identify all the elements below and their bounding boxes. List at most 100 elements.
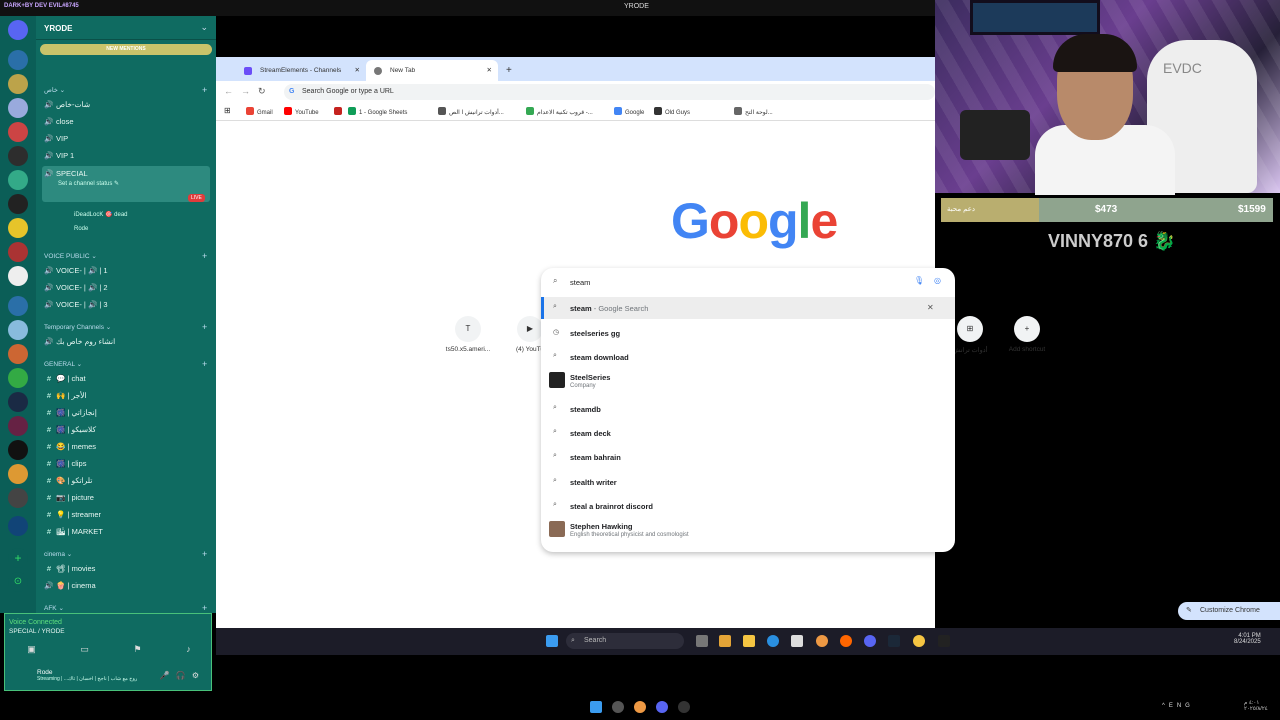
- channel-item[interactable]: # 🎆 | كلاسيكو: [42, 422, 210, 437]
- back-icon[interactable]: ←: [224, 86, 241, 96]
- start-icon[interactable]: [590, 701, 602, 713]
- discord-home-icon[interactable]: [8, 20, 28, 40]
- chrome-taskbar-icon[interactable]: [634, 701, 646, 713]
- new-mentions-button[interactable]: NEW MENTIONS: [40, 44, 212, 55]
- server-icon[interactable]: [8, 218, 28, 238]
- system-tray[interactable]: ^ENG: [1162, 703, 1194, 709]
- taskbar-clock[interactable]: 4:01 PM 8/24/2025: [1234, 633, 1261, 645]
- voice-search-icon[interactable]: 🎙: [914, 276, 924, 285]
- server-icon[interactable]: [8, 392, 28, 412]
- gear-icon[interactable]: ⚙: [192, 671, 205, 680]
- suggestion-item[interactable]: SteelSeries Company: [541, 369, 955, 391]
- server-icon[interactable]: [8, 146, 28, 166]
- channel-category[interactable]: VOICE PUBLIC ⌄ +: [44, 251, 207, 261]
- server-icon[interactable]: [8, 98, 28, 118]
- suggestion-item[interactable]: ⌕ steam download: [541, 346, 955, 368]
- explore-servers-icon[interactable]: ⊙: [8, 572, 28, 592]
- add-channel-icon[interactable]: +: [202, 85, 207, 95]
- server-header[interactable]: YRODE ⌄: [36, 16, 216, 40]
- obs-icon[interactable]: [678, 701, 690, 713]
- server-icon[interactable]: [8, 194, 28, 214]
- add-channel-icon[interactable]: +: [202, 322, 207, 332]
- server-icon[interactable]: [8, 74, 28, 94]
- file-explorer-icon[interactable]: [743, 635, 755, 647]
- server-icon[interactable]: [8, 266, 28, 286]
- bookmark-item[interactable]: YouTube: [284, 107, 319, 116]
- suggestion-item[interactable]: ⌕ steamdb: [541, 398, 955, 420]
- discord-taskbar-icon[interactable]: [864, 635, 876, 647]
- channel-item[interactable]: # 💡 | streamer: [42, 507, 210, 522]
- bookmark-item[interactable]: Gmail: [246, 107, 273, 116]
- channel-item[interactable]: # 🎨 | تلراتكو: [42, 473, 210, 488]
- suggestion-item[interactable]: ⌕ steam - Google Search ✕: [541, 297, 955, 319]
- channel-category[interactable]: Temporary Channels ⌄ +: [44, 322, 207, 332]
- add-channel-icon[interactable]: +: [202, 549, 207, 559]
- channel-item[interactable]: # 🎆 | إنجازاتي: [42, 405, 210, 420]
- channel-item[interactable]: # 💬 | chat: [42, 371, 210, 386]
- suggestion-item[interactable]: Stephen Hawking English theoretical physi…: [541, 518, 955, 540]
- store-icon[interactable]: [791, 635, 803, 647]
- os-clock[interactable]: ٤:٠١ م ٢٠٢٥/٨/٢٤: [1244, 700, 1268, 712]
- add-server-icon[interactable]: +: [8, 548, 28, 568]
- search-box[interactable]: ⌕ steam 🎙 ◎: [541, 268, 955, 295]
- firefox-icon[interactable]: [840, 635, 852, 647]
- customize-chrome-button[interactable]: ✎ Customize Chrome: [1178, 602, 1280, 620]
- suggestion-item[interactable]: ⌕ steam deck: [541, 422, 955, 444]
- server-icon[interactable]: [8, 464, 28, 484]
- server-icon[interactable]: [8, 416, 28, 436]
- chevron-up-icon[interactable]: ^: [1162, 703, 1169, 709]
- close-icon[interactable]: ✕: [355, 60, 360, 81]
- mic-icon[interactable]: 🎤: [160, 671, 176, 680]
- server-icon[interactable]: [8, 122, 28, 142]
- steam-icon[interactable]: [888, 635, 900, 647]
- channel-item[interactable]: # 📽 | movies: [42, 561, 210, 576]
- user-panel[interactable]: Rode Streaming | ...روح مع شاب | ناجح | …: [9, 669, 159, 682]
- channel-item[interactable]: 🔊 close: [42, 114, 210, 129]
- channel-item[interactable]: # 😂 | memes: [42, 439, 210, 454]
- activity-icon[interactable]: ⚑: [134, 644, 142, 655]
- app-icon[interactable]: [913, 635, 925, 647]
- bookmark-item[interactable]: 1 - Google Sheets: [348, 107, 407, 116]
- obs-icon[interactable]: [938, 635, 950, 647]
- search-input[interactable]: steam: [570, 278, 590, 287]
- new-tab-button[interactable]: +: [502, 60, 512, 81]
- taskbar-search[interactable]: ⌕ Search: [566, 633, 684, 649]
- server-icon[interactable]: [8, 296, 28, 316]
- channel-item[interactable]: 🔊 VIP: [42, 131, 210, 146]
- bookmark-item[interactable]: Old Guys: [654, 107, 690, 116]
- start-icon[interactable]: [546, 635, 558, 647]
- shortcut-tile[interactable]: + Add shortcut: [997, 316, 1057, 353]
- server-icon[interactable]: [8, 516, 28, 536]
- server-icon[interactable]: [8, 440, 28, 460]
- suggestion-item[interactable]: ⌕ stealth writer: [541, 471, 955, 493]
- channel-item[interactable]: 🔊 VIP 1: [42, 148, 210, 163]
- channel-item[interactable]: 🔊 VOICE- | 🔊 | 3: [42, 297, 210, 312]
- server-icon[interactable]: [8, 242, 28, 262]
- channel-item[interactable]: 🔊 VOICE- | 🔊 | 2: [42, 280, 210, 295]
- channel-category[interactable]: خاص ⌄ +: [44, 85, 207, 95]
- headset-icon[interactable]: 🎧: [176, 671, 192, 680]
- channel-item[interactable]: 🔊 VOICE- | 🔊 | 1: [42, 263, 210, 278]
- server-icon[interactable]: [8, 50, 28, 70]
- soundboard-icon[interactable]: ♪: [186, 644, 191, 655]
- screen-share-icon[interactable]: ▭: [80, 644, 89, 655]
- camera-icon[interactable]: ▣: [27, 644, 36, 655]
- server-icon[interactable]: [8, 344, 28, 364]
- edge-icon[interactable]: [767, 635, 779, 647]
- channel-item[interactable]: # 🙌 | الأجر: [42, 388, 210, 403]
- close-icon[interactable]: ✕: [487, 60, 492, 81]
- voice-user[interactable]: iDeadLocK 🎯 dead: [74, 211, 128, 218]
- discord-taskbar-icon[interactable]: [656, 701, 668, 713]
- bookmark-item[interactable]: Google: [614, 107, 644, 116]
- tab-streamelements[interactable]: StreamElements - Channels ✕: [236, 60, 366, 81]
- server-icon[interactable]: [8, 368, 28, 388]
- bookmark-item[interactable]: قروب تكنية الاعدام -...: [526, 107, 593, 116]
- channel-category[interactable]: AFK ⌄ +: [44, 603, 207, 613]
- channel-item[interactable]: # 🏙 | MARKET: [42, 524, 210, 539]
- lens-icon[interactable]: ◎: [934, 276, 941, 285]
- shortcut-tile[interactable]: Tts50.x5.ameri...: [438, 316, 498, 353]
- search-icon[interactable]: [612, 701, 624, 713]
- add-channel-icon[interactable]: +: [202, 359, 207, 369]
- bookmark-item[interactable]: [334, 107, 345, 116]
- add-channel-icon[interactable]: +: [202, 603, 207, 613]
